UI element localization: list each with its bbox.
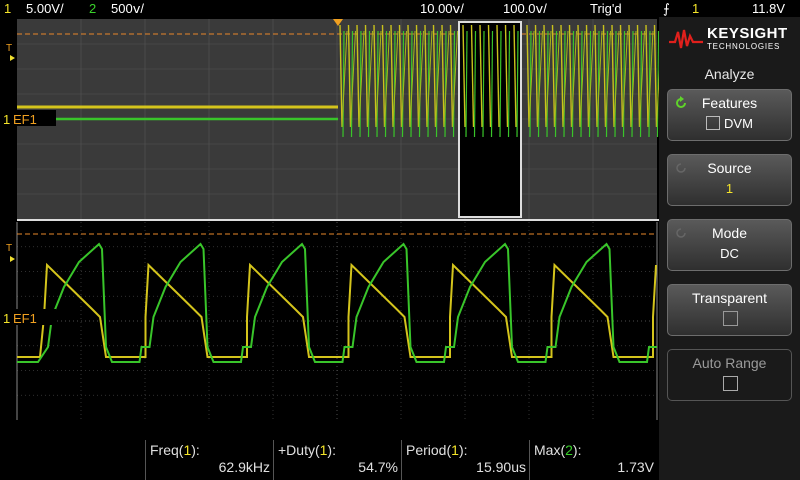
features-label: Features	[701, 95, 758, 111]
features-value: DVM	[724, 116, 753, 131]
filter-label-lower: EF1	[13, 311, 37, 326]
ch2-number[interactable]: 2	[89, 1, 96, 16]
auto-range-softkey[interactable]: Auto Range	[667, 349, 792, 401]
trigger-level-marker-upper: T	[6, 43, 12, 54]
trigger-status: Trig'd	[590, 1, 622, 16]
period-value: 15.90us	[476, 459, 526, 475]
measurement-period[interactable]: Period(1): 15.90us	[401, 440, 530, 480]
transparent-softkey[interactable]: Transparent	[667, 284, 792, 336]
trigger-level-marker-lower: T	[6, 243, 12, 254]
auto-range-checkbox[interactable]	[723, 376, 738, 391]
brand-name: KEYSIGHT	[707, 25, 788, 42]
ch1-scale[interactable]: 5.00V/	[26, 1, 64, 16]
measurement-max[interactable]: Max(2): 1.73V	[529, 440, 658, 480]
transparent-checkbox[interactable]	[723, 311, 738, 326]
time-delay[interactable]: 100.0ⅴ/	[503, 1, 547, 17]
measurement-duty[interactable]: +Duty(1): 54.7%	[273, 440, 402, 480]
trigger-level[interactable]: 11.8V	[752, 1, 785, 16]
features-softkey[interactable]: Features DVM	[667, 89, 792, 141]
measurement-bar: Freq(1): 62.9kHz +Duty(1): 54.7% Period(…	[0, 440, 659, 480]
source-value: 1	[725, 181, 734, 196]
max-value: 1.73V	[617, 459, 654, 475]
trigger-edge-icon: ⨍	[663, 1, 670, 16]
mode-value: DC	[720, 246, 739, 261]
measurement-freq[interactable]: Freq(1): 62.9kHz	[145, 440, 274, 480]
freq-value: 62.9kHz	[218, 459, 270, 475]
status-bar: 1 5.00V/ 2 500ⅴ/ 10.00ⅴ/ 100.0ⅴ/ Trig'd …	[0, 0, 800, 17]
ch2-scale[interactable]: 500ⅴ/	[111, 1, 144, 17]
waveform-display[interactable]: T T 1 EF1 1 EF1	[0, 17, 659, 442]
auto-range-label: Auto Range	[692, 355, 767, 371]
time-scale[interactable]: 10.00ⅴ/	[420, 1, 464, 17]
brand-sub: TECHNOLOGIES	[707, 42, 781, 51]
ch1-ground-marker-upper: 1	[3, 112, 10, 127]
trigger-source[interactable]: 1	[692, 1, 699, 16]
duty-value: 54.7%	[358, 459, 398, 475]
keysight-wave-icon	[669, 29, 703, 49]
keysight-logo: KEYSIGHT TECHNOLOGIES	[667, 22, 797, 58]
filter-label-upper: EF1	[13, 112, 37, 127]
transparent-label: Transparent	[692, 290, 767, 306]
ch1-number[interactable]: 1	[4, 1, 11, 16]
ch1-ground-marker-lower: 1	[3, 311, 10, 326]
mode-label: Mode	[711, 225, 748, 241]
source-label: Source	[707, 160, 752, 176]
source-softkey[interactable]: Source 1	[667, 154, 792, 206]
mode-softkey[interactable]: Mode DC	[667, 219, 792, 271]
dvm-checkbox[interactable]	[706, 116, 721, 130]
menu-title: Analyze	[704, 66, 755, 82]
